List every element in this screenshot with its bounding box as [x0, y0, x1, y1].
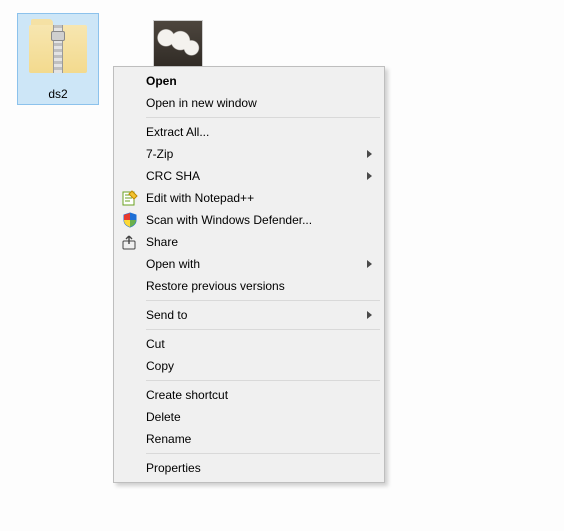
menu-separator [146, 380, 380, 381]
menu-label: Create shortcut [146, 388, 358, 402]
menu-separator [146, 329, 380, 330]
menu-item-copy[interactable]: Copy [116, 355, 382, 377]
menu-label: 7-Zip [146, 147, 358, 161]
defender-shield-icon [122, 212, 138, 228]
menu-label: Scan with Windows Defender... [146, 213, 358, 227]
file-label: ds2 [48, 87, 67, 101]
submenu-arrow-icon [367, 260, 372, 268]
menu-label: Send to [146, 308, 358, 322]
menu-label: Open [146, 74, 358, 88]
menu-item-7zip[interactable]: 7-Zip [116, 143, 382, 165]
menu-item-properties[interactable]: Properties [116, 457, 382, 479]
menu-item-open[interactable]: Open [116, 70, 382, 92]
context-menu: Open Open in new window Extract All... 7… [113, 66, 385, 483]
menu-label: Properties [146, 461, 358, 475]
menu-item-cut[interactable]: Cut [116, 333, 382, 355]
menu-label: Cut [146, 337, 358, 351]
menu-label: Rename [146, 432, 358, 446]
menu-label: Restore previous versions [146, 279, 358, 293]
menu-label: Delete [146, 410, 358, 424]
submenu-arrow-icon [367, 311, 372, 319]
menu-item-delete[interactable]: Delete [116, 406, 382, 428]
menu-item-crc-sha[interactable]: CRC SHA [116, 165, 382, 187]
share-icon [122, 234, 138, 250]
menu-item-edit-notepadpp[interactable]: Edit with Notepad++ [116, 187, 382, 209]
menu-item-restore-versions[interactable]: Restore previous versions [116, 275, 382, 297]
menu-item-open-with[interactable]: Open with [116, 253, 382, 275]
menu-item-open-new-window[interactable]: Open in new window [116, 92, 382, 114]
file-item-zip[interactable]: ds2 [18, 14, 98, 104]
menu-item-extract-all[interactable]: Extract All... [116, 121, 382, 143]
menu-separator [146, 300, 380, 301]
menu-item-rename[interactable]: Rename [116, 428, 382, 450]
menu-item-share[interactable]: Share [116, 231, 382, 253]
menu-item-send-to[interactable]: Send to [116, 304, 382, 326]
menu-label: Edit with Notepad++ [146, 191, 358, 205]
menu-item-scan-defender[interactable]: Scan with Windows Defender... [116, 209, 382, 231]
zip-folder-icon [26, 17, 90, 81]
menu-separator [146, 453, 380, 454]
menu-label: CRC SHA [146, 169, 358, 183]
menu-label: Open with [146, 257, 358, 271]
notepadpp-icon [122, 190, 138, 206]
desktop-area[interactable]: ds2 Open Open in new window Extract All.… [0, 0, 564, 531]
menu-label: Open in new window [146, 96, 358, 110]
menu-label: Share [146, 235, 358, 249]
menu-item-create-shortcut[interactable]: Create shortcut [116, 384, 382, 406]
menu-label: Extract All... [146, 125, 358, 139]
submenu-arrow-icon [367, 150, 372, 158]
menu-separator [146, 117, 380, 118]
submenu-arrow-icon [367, 172, 372, 180]
menu-label: Copy [146, 359, 358, 373]
